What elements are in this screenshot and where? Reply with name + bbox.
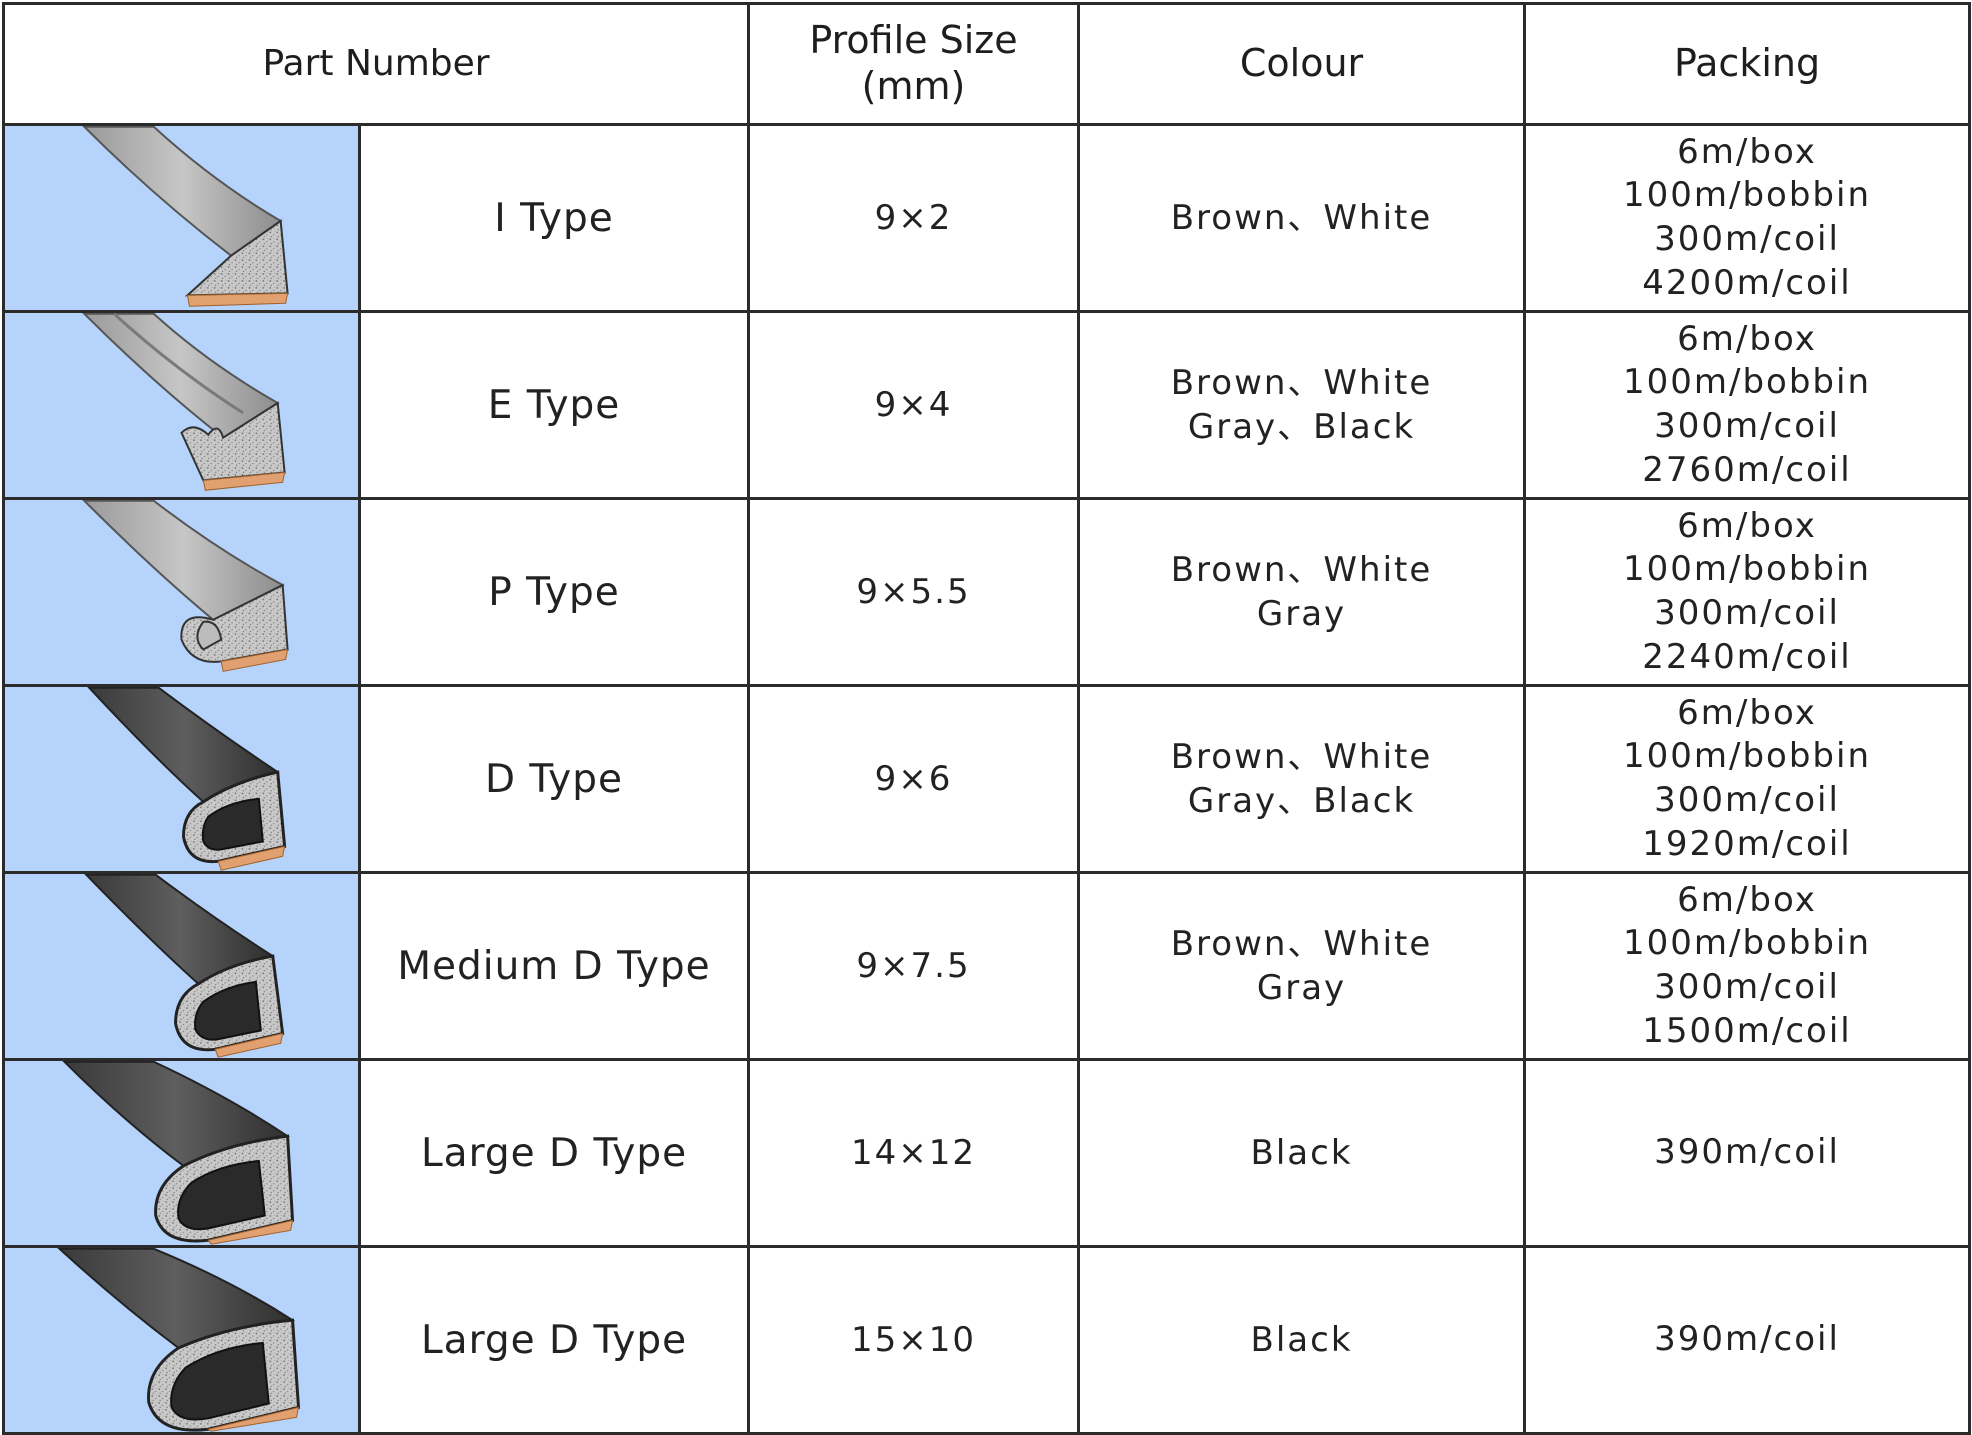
header-profile-size-unit: (mm) <box>861 64 966 108</box>
part-type: P Type <box>357 497 751 687</box>
header-profile-size: Profile Size (mm) <box>747 2 1081 126</box>
profile-image-cell <box>2 1245 361 1435</box>
colour-list: Brown、White Gray、Black <box>1077 684 1527 874</box>
packing-line: 100m/bobbin <box>1623 362 1872 403</box>
profile-image-cell <box>2 123 361 313</box>
packing-line: 300m/coil <box>1654 967 1840 1007</box>
packing-line: 390m/coil <box>1654 1132 1840 1173</box>
profile-image-cell <box>2 871 361 1061</box>
packing-list: 6m/box 100m/bobbin 300m/coil 2760m/coil <box>1523 310 1972 500</box>
profile-image-cell <box>2 1058 361 1248</box>
packing-list: 390m/coil <box>1523 1058 1972 1248</box>
colour-list: Black <box>1077 1245 1527 1435</box>
colour-line: Brown、White <box>1170 923 1433 964</box>
packing-line: 2240m/coil <box>1642 636 1852 677</box>
large-d-type-profile-icon <box>62 1061 295 1245</box>
colour-line: Black <box>1250 1319 1353 1360</box>
p-type-profile-icon <box>82 500 289 672</box>
table-row: Large D Type 14×12 Black 390m/coil <box>2 1058 1972 1248</box>
large-d-type-profile-icon <box>57 1248 301 1432</box>
profile-image-cell <box>2 310 361 500</box>
header-packing: Packing <box>1523 2 1972 126</box>
profile-image-cell <box>2 684 361 874</box>
packing-list: 390m/coil <box>1523 1245 1972 1435</box>
part-type: Large D Type <box>357 1058 751 1248</box>
packing-line: 100m/bobbin <box>1623 549 1872 590</box>
part-type: I Type <box>357 123 751 313</box>
table-row: P Type 9×5.5 Brown、White Gray 6m/box 100… <box>2 497 1972 687</box>
table-row: I Type 9×2 Brown、White 6m/box 100m/bobbi… <box>2 123 1972 313</box>
profile-size: 9×7.5 <box>747 871 1081 1061</box>
packing-line: 6m/box <box>1677 318 1817 359</box>
profile-image-cell <box>2 497 361 687</box>
profile-size: 15×10 <box>747 1245 1081 1435</box>
header-part-number: Part Number <box>1 2 751 126</box>
packing-line: 6m/box <box>1677 131 1817 172</box>
product-spec-table: Part Number Profile Size (mm) Colour Pac… <box>1 2 1972 1435</box>
medium-d-type-profile-icon <box>84 874 285 1058</box>
i-type-profile-icon <box>82 126 289 307</box>
packing-list: 6m/box 100m/bobbin 300m/coil 1500m/coil <box>1523 871 1972 1061</box>
packing-line: 1500m/coil <box>1642 1010 1852 1051</box>
header-colour: Colour <box>1077 2 1527 126</box>
packing-line: 300m/coil <box>1654 219 1840 259</box>
packing-line: 300m/coil <box>1654 406 1840 446</box>
colour-list: Brown、White Gray <box>1077 871 1527 1061</box>
header-profile-size-label: Profile Size <box>809 18 1018 63</box>
table-row: D Type 9×6 Brown、White Gray、Black 6m/box… <box>2 684 1972 874</box>
colour-line: Gray <box>1256 968 1347 1008</box>
table-row: Large D Type 15×10 Black 390m/coil <box>2 1245 1972 1435</box>
packing-line: 6m/box <box>1677 879 1817 920</box>
packing-list: 6m/box 100m/bobbin 300m/coil 1920m/coil <box>1523 684 1972 874</box>
profile-size: 9×2 <box>747 123 1081 313</box>
colour-line: Brown、White <box>1170 362 1433 403</box>
packing-list: 6m/box 100m/bobbin 300m/coil 4200m/coil <box>1523 123 1972 313</box>
packing-line: 1920m/coil <box>1642 823 1852 864</box>
packing-line: 390m/coil <box>1654 1319 1840 1360</box>
packing-line: 100m/bobbin <box>1623 736 1872 777</box>
packing-line: 6m/box <box>1677 692 1817 733</box>
packing-line: 100m/bobbin <box>1623 175 1872 216</box>
profile-size: 9×6 <box>747 684 1081 874</box>
colour-list: Brown、White Gray <box>1077 497 1527 687</box>
colour-line: Brown、White <box>1170 197 1433 238</box>
packing-line: 300m/coil <box>1654 780 1840 820</box>
profile-size: 9×5.5 <box>747 497 1081 687</box>
colour-list: Brown、White Gray、Black <box>1077 310 1527 500</box>
table-row: Medium D Type 9×7.5 Brown、White Gray 6m/… <box>2 871 1972 1061</box>
colour-line: Gray、Black <box>1187 407 1416 447</box>
table-header-row: Part Number Profile Size (mm) Colour Pac… <box>1 2 1972 126</box>
packing-line: 4200m/coil <box>1642 262 1852 303</box>
profile-size: 14×12 <box>747 1058 1081 1248</box>
packing-list: 6m/box 100m/bobbin 300m/coil 2240m/coil <box>1523 497 1972 687</box>
colour-line: Brown、White <box>1170 736 1433 777</box>
packing-line: 300m/coil <box>1654 593 1840 633</box>
colour-line: Gray <box>1256 594 1347 634</box>
part-type: D Type <box>357 684 751 874</box>
colour-line: Black <box>1250 1132 1353 1173</box>
part-type: Medium D Type <box>357 871 751 1061</box>
packing-line: 100m/bobbin <box>1623 923 1872 964</box>
packing-line: 2760m/coil <box>1642 449 1852 490</box>
table-row: E Type 9×4 Brown、White Gray、Black 6m/box… <box>2 310 1972 500</box>
profile-size: 9×4 <box>747 310 1081 500</box>
colour-list: Black <box>1077 1058 1527 1248</box>
packing-line: 6m/box <box>1677 505 1817 546</box>
part-type: Large D Type <box>357 1245 751 1435</box>
colour-line: Brown、White <box>1170 549 1433 590</box>
colour-line: Gray、Black <box>1187 781 1416 821</box>
e-type-profile-icon <box>82 313 286 491</box>
colour-list: Brown、White <box>1077 123 1527 313</box>
part-type: E Type <box>357 310 751 500</box>
d-type-profile-icon <box>87 687 287 871</box>
